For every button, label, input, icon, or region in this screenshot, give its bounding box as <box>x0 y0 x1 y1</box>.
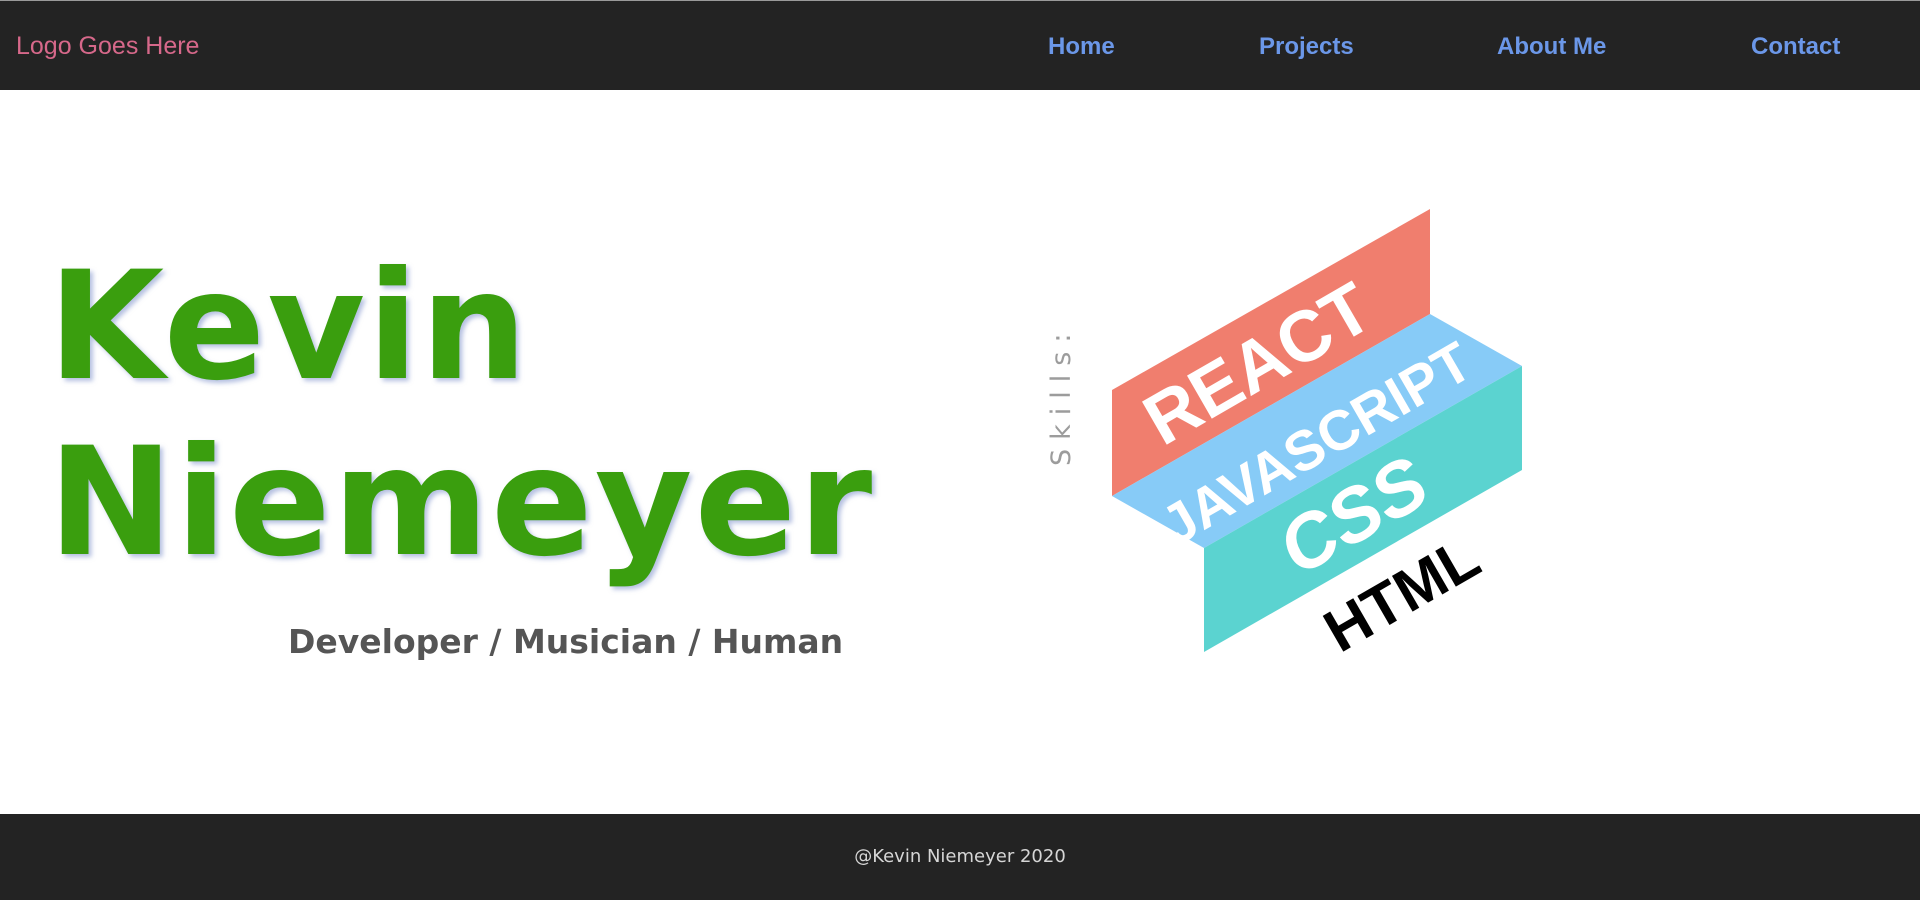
footer: @Kevin Niemeyer 2020 <box>0 814 1920 900</box>
footer-copyright: @Kevin Niemeyer 2020 <box>854 846 1066 867</box>
skills-stack-graphic: REACT JAVASCRIPT CSS HTML <box>1112 209 1522 665</box>
